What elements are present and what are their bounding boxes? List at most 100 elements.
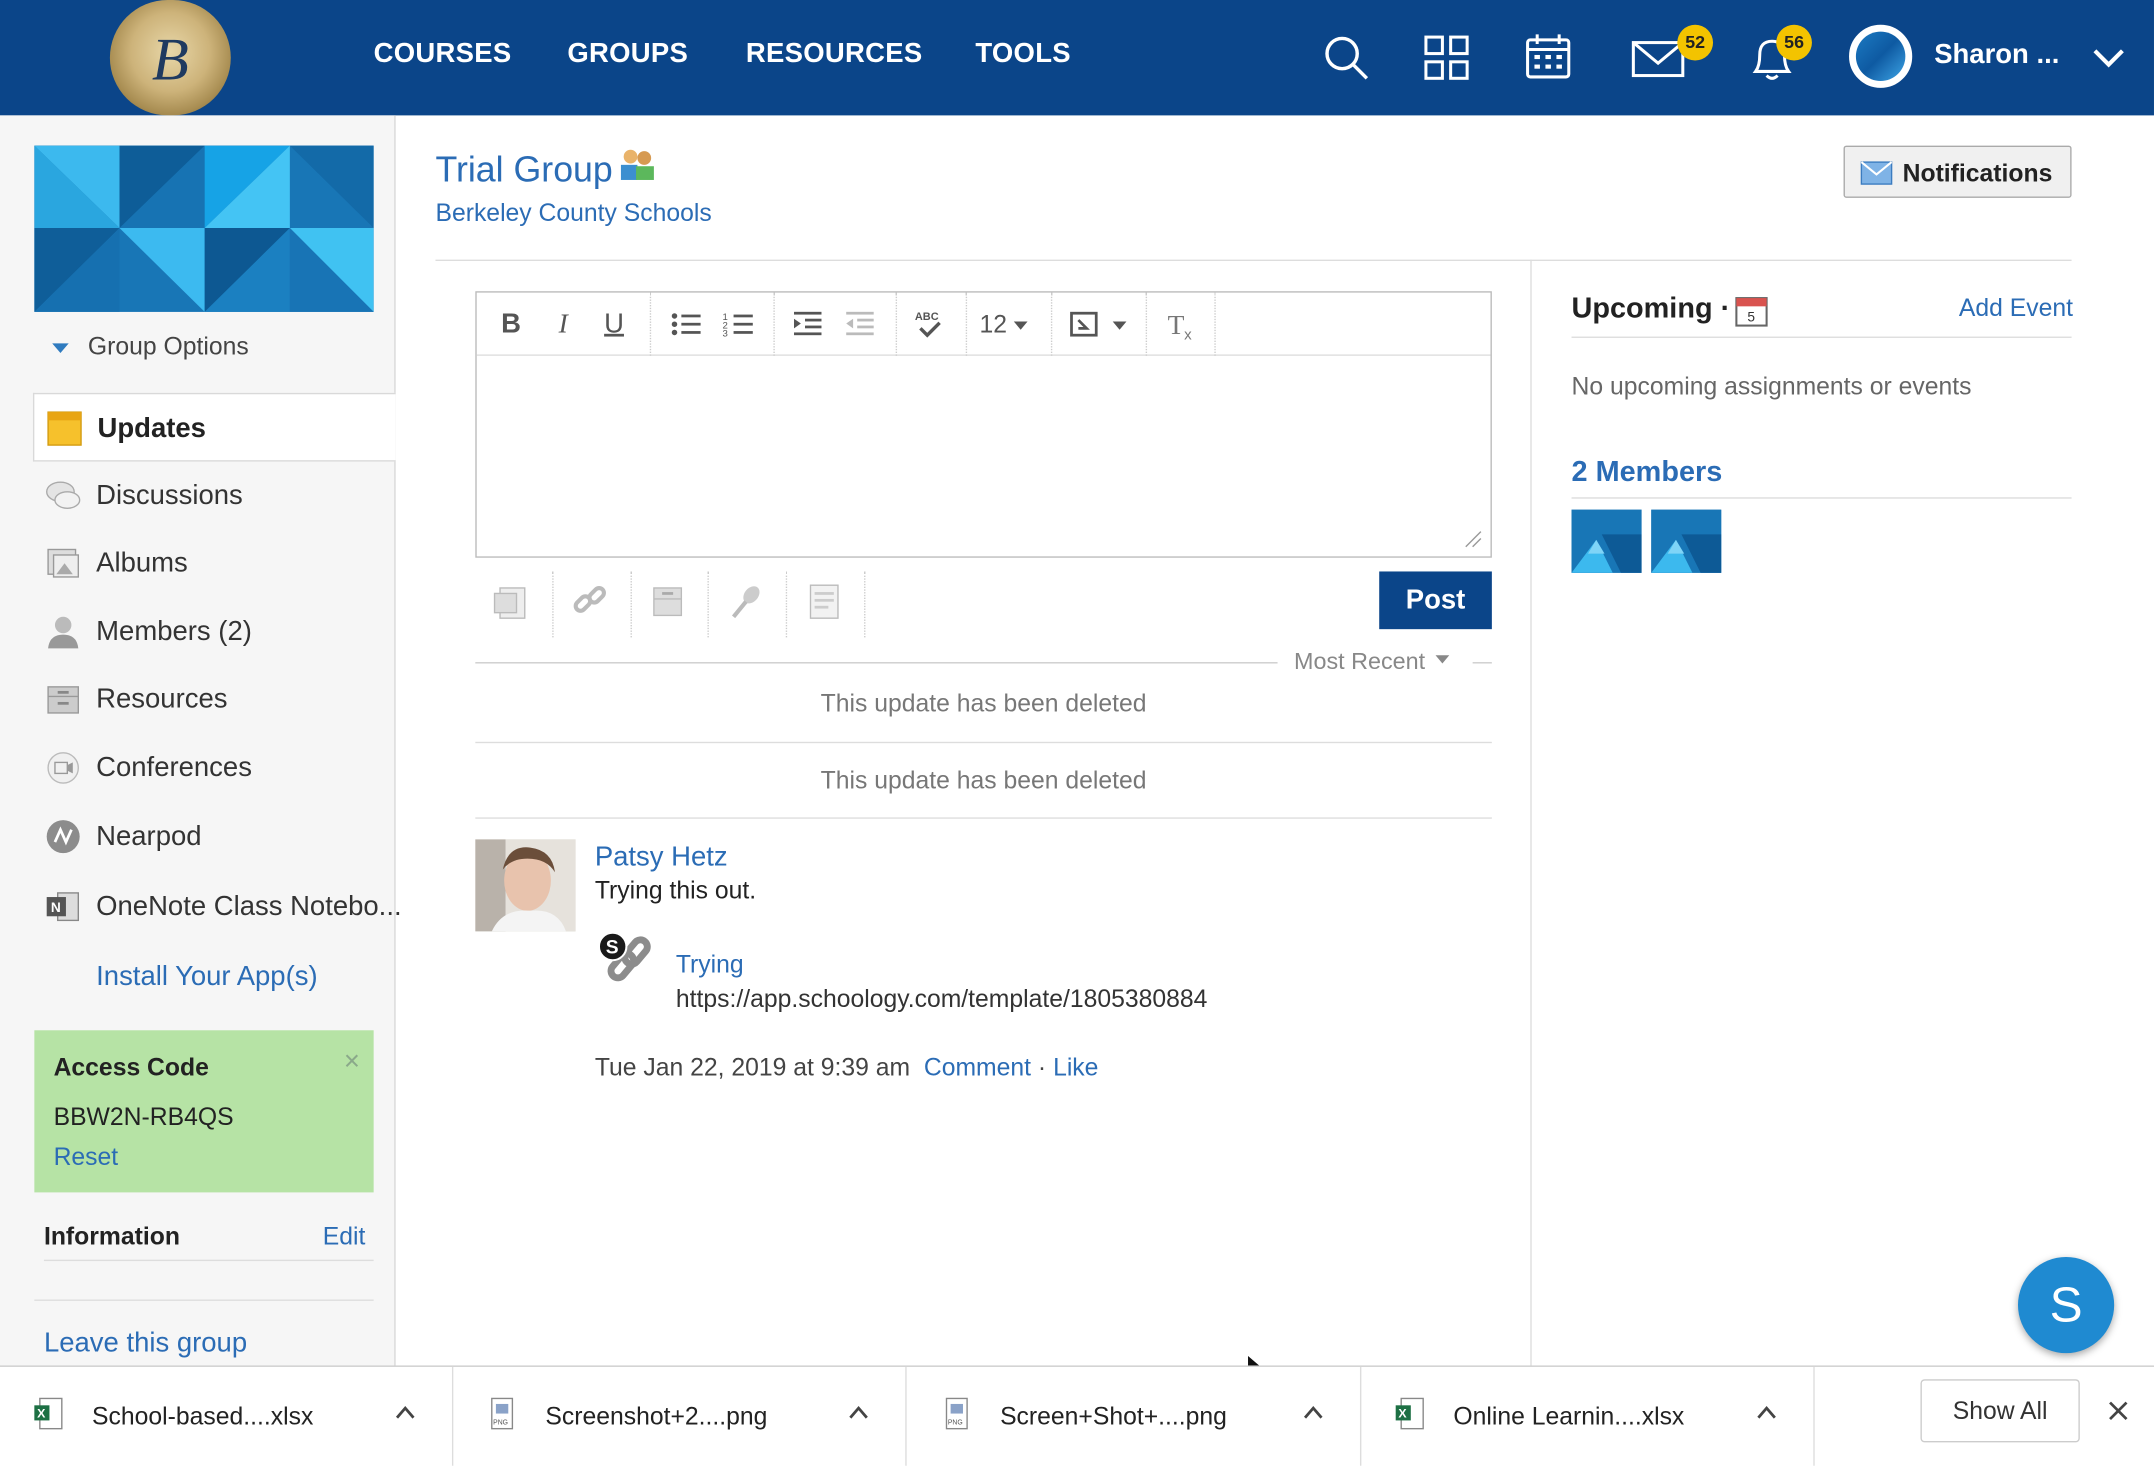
post-timestamp: Tue Jan 22, 2019 at 9:39 am bbox=[594, 1053, 911, 1082]
svg-text:PNG: PNG bbox=[493, 1420, 508, 1427]
chevron-up-icon[interactable] bbox=[1754, 1403, 1779, 1422]
reset-code-link[interactable]: Reset bbox=[54, 1143, 119, 1172]
member-avatar[interactable] bbox=[1571, 509, 1642, 573]
logo-initial: B bbox=[151, 26, 189, 94]
group-options-toggle[interactable]: Group Options bbox=[52, 332, 249, 361]
attached-link-url: https://app.schoology.com/template/18053… bbox=[675, 984, 1208, 1013]
sidebar-item-label: Resources bbox=[96, 684, 228, 715]
insert-content-icon[interactable] bbox=[1067, 306, 1133, 342]
resource-attach-icon[interactable] bbox=[642, 574, 697, 629]
resize-handle-icon[interactable] bbox=[1463, 529, 1482, 548]
chevron-down-icon[interactable] bbox=[2091, 41, 2127, 74]
search-icon[interactable] bbox=[1316, 27, 1376, 87]
attach-separator bbox=[864, 571, 866, 638]
post-author-link[interactable]: Patsy Hetz bbox=[595, 842, 728, 874]
png-file-icon: PNG bbox=[945, 1397, 968, 1430]
attached-link-title[interactable]: Trying bbox=[676, 951, 744, 980]
nav-resources[interactable]: RESOURCES bbox=[746, 38, 923, 70]
member-avatar[interactable] bbox=[1651, 509, 1722, 573]
sort-most-recent-dropdown[interactable]: Most Recent bbox=[1294, 648, 1450, 675]
file-attach-icon[interactable] bbox=[486, 574, 541, 629]
calendar-icon[interactable]: 5 bbox=[1734, 293, 1770, 329]
page-attach-icon[interactable] bbox=[797, 574, 852, 629]
close-icon[interactable] bbox=[2103, 1396, 2133, 1426]
toolbar-separator bbox=[965, 292, 968, 356]
chat-support-button[interactable]: S bbox=[2017, 1256, 2115, 1354]
chevron-up-icon[interactable] bbox=[846, 1403, 871, 1422]
resources-icon bbox=[47, 686, 79, 714]
user-name[interactable]: Sharon ... bbox=[1934, 40, 2059, 72]
edit-information-link[interactable]: Edit bbox=[323, 1223, 366, 1252]
nav-tools[interactable]: TOOLS bbox=[975, 38, 1071, 70]
toolbar-separator bbox=[1050, 292, 1053, 356]
information-section: Information Edit bbox=[43, 1223, 374, 1262]
group-icon bbox=[620, 149, 654, 180]
chevron-up-icon[interactable] bbox=[393, 1403, 418, 1422]
underline-icon[interactable]: U bbox=[599, 306, 629, 342]
install-apps-link[interactable]: Install Your App(s) bbox=[96, 962, 317, 994]
members-heading[interactable]: 2 Members bbox=[1572, 456, 1723, 489]
italic-icon[interactable]: I bbox=[548, 306, 578, 342]
sidebar-item-onenote[interactable]: N OneNote Class Notebo... bbox=[33, 872, 402, 941]
sidebar-item-members[interactable]: Members (2) bbox=[33, 598, 396, 667]
column-divider bbox=[1530, 259, 1532, 1366]
bulleted-list-icon[interactable] bbox=[669, 306, 702, 342]
chevron-up-icon[interactable] bbox=[1301, 1403, 1326, 1422]
conferences-icon bbox=[47, 752, 79, 784]
notifications-label: Notifications bbox=[1902, 159, 2053, 187]
sidebar-item-updates[interactable]: Updates bbox=[32, 392, 396, 462]
close-icon[interactable]: × bbox=[344, 1047, 360, 1079]
post-button[interactable]: Post bbox=[1379, 571, 1492, 630]
district-seal-logo[interactable]: B bbox=[109, 0, 231, 116]
clear-format-icon[interactable]: Tx bbox=[1164, 306, 1200, 342]
caret-down-icon bbox=[52, 343, 69, 353]
nav-courses[interactable]: COURSES bbox=[374, 38, 512, 70]
numbered-list-icon[interactable]: 123 bbox=[721, 306, 754, 342]
audio-attach-icon[interactable] bbox=[718, 574, 773, 629]
download-item[interactable]: X School-based....xlsx bbox=[0, 1366, 454, 1466]
sidebar-item-discussions[interactable]: Discussions bbox=[33, 462, 396, 531]
albums-icon bbox=[47, 548, 79, 578]
deleted-update-notice: This update has been deleted bbox=[820, 689, 1147, 718]
download-filename: Screenshot+2....png bbox=[545, 1402, 768, 1431]
bold-icon[interactable]: B bbox=[496, 306, 526, 342]
calendar-day: 5 bbox=[1747, 309, 1755, 324]
show-all-downloads-button[interactable]: Show All bbox=[1920, 1379, 2080, 1443]
sort-label: Most Recent bbox=[1294, 648, 1426, 675]
sidebar-item-nearpod[interactable]: Nearpod bbox=[33, 802, 396, 871]
access-code-box: Access Code × BBW2N-RB4QS Reset bbox=[34, 1030, 374, 1193]
download-item[interactable]: PNG Screen+Shot+....png bbox=[908, 1366, 1362, 1466]
meta-separator: · bbox=[1037, 1053, 1047, 1082]
spellcheck-icon[interactable]: ABC bbox=[911, 306, 947, 342]
sidebar-item-resources[interactable]: Resources bbox=[33, 665, 396, 734]
add-event-link[interactable]: Add Event bbox=[1959, 294, 2073, 323]
divider bbox=[34, 1299, 374, 1301]
sidebar-item-label: Updates bbox=[97, 413, 206, 444]
calendar-icon[interactable] bbox=[1518, 27, 1578, 87]
caret-down-icon bbox=[1436, 654, 1450, 663]
nav-groups[interactable]: GROUPS bbox=[567, 38, 688, 70]
download-item[interactable]: PNG Screenshot+2....png bbox=[453, 1366, 907, 1466]
group-options-label: Group Options bbox=[87, 332, 249, 360]
sidebar-item-conferences[interactable]: Conferences bbox=[33, 734, 396, 803]
envelope-icon bbox=[1860, 161, 1893, 185]
font-size-select[interactable]: 12 bbox=[979, 306, 1039, 342]
downloads-bar: X School-based....xlsx PNG Screenshot+2.… bbox=[0, 1365, 2154, 1466]
link-attach-icon[interactable] bbox=[563, 574, 618, 629]
school-name-link[interactable]: Berkeley County Schools bbox=[435, 199, 711, 228]
leave-group-link[interactable]: Leave this group bbox=[44, 1328, 247, 1360]
comment-link[interactable]: Comment bbox=[924, 1054, 1031, 1081]
notifications-button[interactable]: Notifications bbox=[1843, 145, 2072, 198]
user-avatar[interactable] bbox=[1849, 24, 1913, 88]
upcoming-heading: Upcoming · bbox=[1571, 292, 1731, 325]
download-item[interactable]: X Online Learnin....xlsx bbox=[1361, 1366, 1815, 1466]
left-sidebar: Group Options Updates Discussions Albums… bbox=[0, 115, 402, 1366]
like-link[interactable]: Like bbox=[1053, 1054, 1098, 1081]
indent-icon[interactable] bbox=[791, 306, 824, 342]
outdent-icon[interactable] bbox=[843, 306, 876, 342]
apps-grid-icon[interactable] bbox=[1416, 27, 1476, 87]
access-code-value: BBW2N-RB4QS bbox=[53, 1103, 234, 1131]
excel-file-icon: X bbox=[1395, 1397, 1424, 1430]
author-avatar[interactable] bbox=[475, 839, 576, 932]
sidebar-item-albums[interactable]: Albums bbox=[33, 529, 396, 598]
